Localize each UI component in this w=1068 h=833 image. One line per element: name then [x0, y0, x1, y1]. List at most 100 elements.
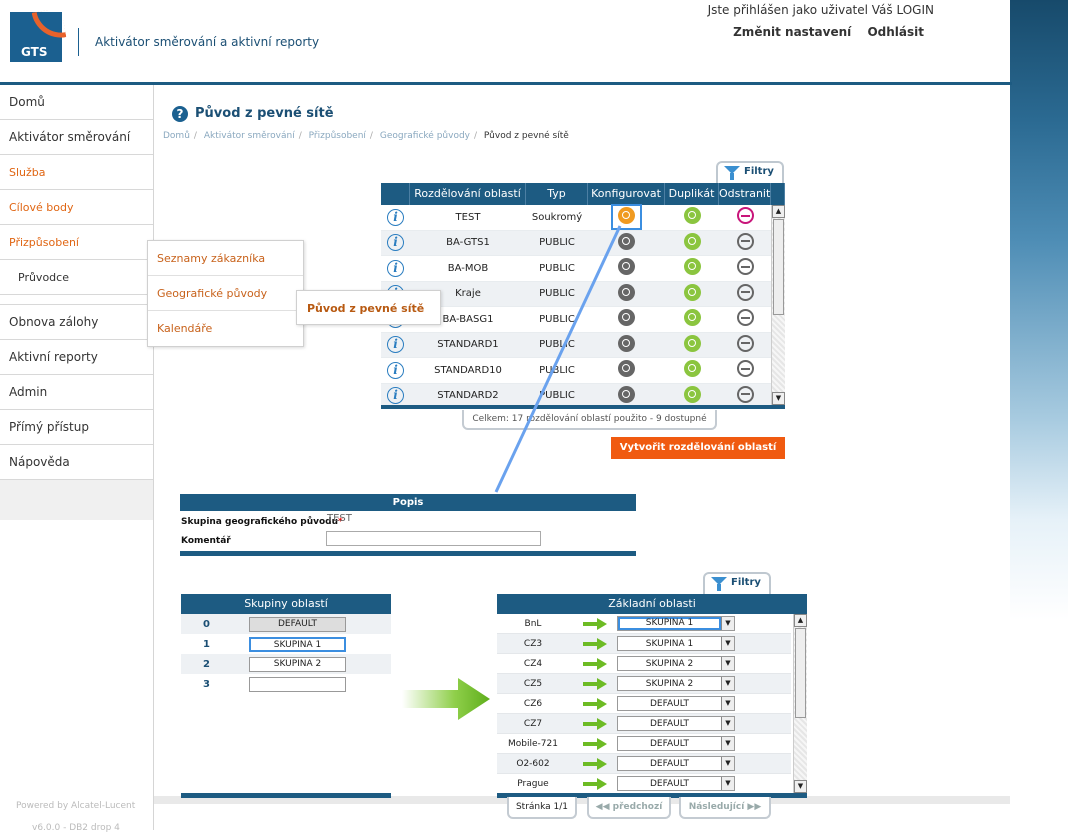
list-item: CZ6 DEFAULT ▼ — [497, 694, 791, 714]
info-icon[interactable]: i — [387, 361, 404, 379]
breadcrumb-item[interactable]: Domů — [163, 131, 190, 141]
sidebar-item-active-reports[interactable]: Aktivní reporty — [0, 340, 153, 375]
info-icon[interactable]: i — [387, 387, 404, 405]
breadcrumb-item[interactable]: Aktivátor směrování — [204, 131, 295, 141]
create-region-split-button[interactable]: Vytvořit rozdělování oblastí — [611, 437, 785, 459]
flyout-item-geographic-origins[interactable]: Geografické původy — [148, 276, 303, 311]
logout-link[interactable]: Odhlásit — [867, 25, 924, 39]
configure-icon[interactable] — [618, 334, 635, 352]
group-select[interactable]: SKUPINA 2 ▼ — [617, 676, 735, 691]
sidebar-item-home[interactable]: Domů — [0, 85, 153, 120]
info-icon[interactable]: i — [387, 259, 404, 277]
sidebar-item-service[interactable]: Služba — [0, 155, 153, 190]
chevron-down-icon[interactable]: ▼ — [721, 717, 734, 730]
delete-icon[interactable] — [736, 207, 754, 225]
sidebar-item-backup-restore[interactable]: Obnova zálohy — [0, 305, 153, 340]
chevron-down-icon[interactable]: ▼ — [721, 677, 734, 690]
configure-icon[interactable] — [618, 385, 635, 403]
table-row[interactable]: i TEST Soukromý — [381, 204, 771, 231]
table-scrollbar[interactable]: ▲ ▼ — [771, 205, 785, 405]
duplicate-icon[interactable] — [683, 232, 701, 250]
delete-icon[interactable] — [736, 232, 754, 250]
flyout-item-fixed-origin[interactable]: Původ z pevné sítě — [296, 290, 441, 325]
scroll-thumb[interactable] — [795, 628, 806, 718]
configure-icon[interactable] — [618, 207, 635, 225]
sidebar-item-wizard[interactable]: Průvodce — [0, 260, 153, 295]
sidebar-item-destinations[interactable]: Cílové body — [0, 190, 153, 225]
delete-icon[interactable] — [736, 258, 754, 276]
configure-icon[interactable] — [618, 232, 635, 250]
group-name-input[interactable] — [249, 676, 346, 692]
configure-icon[interactable] — [618, 360, 635, 378]
header-regions[interactable]: Rozdělování oblastí — [410, 183, 526, 205]
configure-icon[interactable] — [618, 258, 635, 276]
prev-page-button[interactable]: ◀◀ předchozí — [587, 797, 671, 819]
chevron-down-icon[interactable]: ▼ — [721, 757, 734, 770]
delete-icon[interactable] — [736, 360, 754, 378]
info-icon[interactable]: i — [387, 234, 404, 252]
info-icon[interactable]: i — [387, 336, 404, 354]
delete-icon[interactable] — [736, 334, 754, 352]
duplicate-icon[interactable] — [683, 334, 701, 352]
filter-tab[interactable]: Filtry — [716, 161, 784, 183]
flyout-item-calendars[interactable]: Kalendáře — [148, 311, 303, 346]
sidebar-item-admin[interactable]: Admin — [0, 375, 153, 410]
duplicate-icon[interactable] — [683, 385, 701, 403]
sidebar-item-customization[interactable]: Přizpůsobení — [0, 225, 153, 260]
chevron-down-icon[interactable]: ▼ — [721, 737, 734, 750]
sidebar-item-direct-access[interactable]: Přímý přístup — [0, 410, 153, 445]
table-row[interactable]: i BA-MOB PUBLIC — [381, 256, 771, 282]
group-select[interactable]: DEFAULT ▼ — [617, 736, 735, 751]
chevron-down-icon[interactable]: ▼ — [721, 657, 734, 670]
configure-icon[interactable] — [618, 283, 635, 301]
next-page-button[interactable]: Následující ▶▶ — [679, 797, 771, 819]
duplicate-icon[interactable] — [683, 207, 701, 225]
breadcrumb-item[interactable]: Přizpůsobení — [309, 131, 366, 141]
group-name-input[interactable]: DEFAULT — [249, 616, 346, 632]
header-type[interactable]: Typ — [526, 183, 588, 205]
configure-selected[interactable] — [611, 204, 642, 231]
scroll-up-icon[interactable]: ▲ — [794, 614, 807, 627]
breadcrumb-item[interactable]: Geografické původy — [380, 131, 470, 141]
group-select[interactable]: DEFAULT ▼ — [617, 756, 735, 771]
configure-icon[interactable] — [618, 309, 635, 327]
group-index: 2 — [203, 658, 210, 670]
delete-icon[interactable] — [736, 385, 754, 403]
scroll-down-icon[interactable]: ▼ — [772, 392, 785, 405]
sidebar-item-routing-activator[interactable]: Aktivátor směrování — [0, 120, 153, 155]
region-type: PUBLIC — [539, 339, 575, 351]
table-row[interactable]: i STANDARD1 PUBLIC — [381, 332, 771, 358]
duplicate-icon[interactable] — [683, 309, 701, 327]
comment-input[interactable] — [326, 531, 541, 546]
scroll-thumb[interactable] — [773, 219, 784, 315]
flyout-item-customer-lists[interactable]: Seznamy zákazníka — [148, 241, 303, 276]
info-icon[interactable]: i — [387, 208, 404, 226]
chevron-down-icon[interactable]: ▼ — [721, 637, 734, 650]
base-filter-tab[interactable]: Filtry — [703, 572, 771, 594]
chevron-down-icon[interactable]: ▼ — [721, 617, 734, 630]
chevron-down-icon[interactable]: ▼ — [721, 697, 734, 710]
group-select[interactable]: SKUPINA 1 ▼ — [617, 616, 735, 631]
group-select[interactable]: DEFAULT ▼ — [617, 696, 735, 711]
group-select[interactable]: SKUPINA 2 ▼ — [617, 656, 735, 671]
chevron-down-icon[interactable]: ▼ — [721, 777, 734, 790]
base-areas-scrollbar[interactable]: ▲ ▼ — [793, 614, 807, 793]
group-name-input[interactable]: SKUPINA 1 — [249, 636, 346, 652]
scroll-down-icon[interactable]: ▼ — [794, 780, 807, 793]
group-select[interactable]: DEFAULT ▼ — [617, 776, 735, 791]
duplicate-icon[interactable] — [683, 360, 701, 378]
sidebar-item-help[interactable]: Nápověda — [0, 445, 153, 480]
delete-icon[interactable] — [736, 309, 754, 327]
table-row[interactable]: i STANDARD10 PUBLIC — [381, 358, 771, 384]
group-select[interactable]: DEFAULT ▼ — [617, 716, 735, 731]
help-icon[interactable]: ? — [172, 106, 188, 122]
duplicate-icon[interactable] — [683, 258, 701, 276]
delete-icon[interactable] — [736, 283, 754, 301]
scroll-up-icon[interactable]: ▲ — [772, 205, 785, 218]
table-row[interactable]: i BA-GTS1 PUBLIC — [381, 230, 771, 256]
group-select[interactable]: SKUPINA 1 ▼ — [617, 636, 735, 651]
duplicate-icon[interactable] — [683, 283, 701, 301]
group-name-input[interactable]: SKUPINA 2 — [249, 656, 346, 672]
gts-logo: GTS — [10, 7, 67, 62]
settings-link[interactable]: Změnit nastavení — [733, 25, 851, 39]
